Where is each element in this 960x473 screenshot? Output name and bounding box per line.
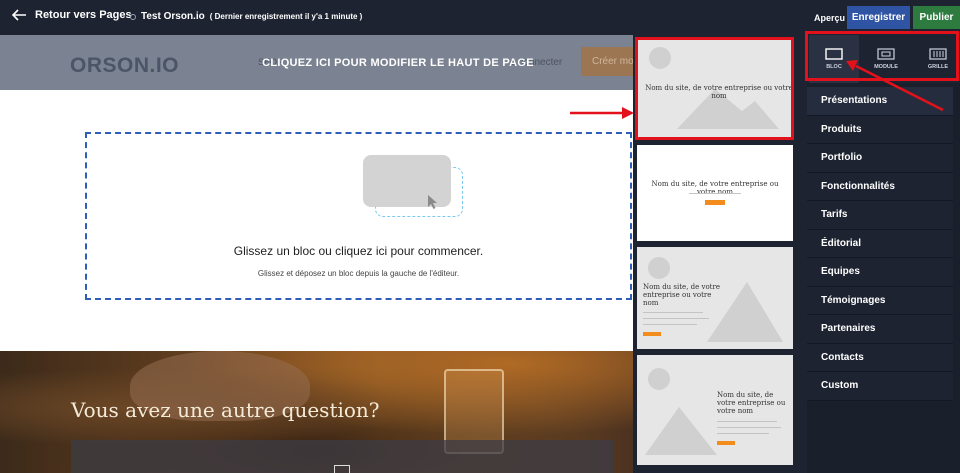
category-custom[interactable]: Custom: [807, 372, 953, 401]
document-title: Test Orson.io ( Dernier enregistrement i…: [130, 11, 362, 22]
category-portfolio[interactable]: Portfolio: [807, 144, 953, 173]
save-button[interactable]: Enregistrer: [847, 6, 910, 29]
preview-text-line: [643, 318, 709, 319]
site-logo: ORSON.IO: [70, 54, 180, 77]
contact-photo-section[interactable]: Vous avez une autre question?: [0, 351, 633, 473]
preview-title: Nom du site, de votre entreprise ou votr…: [643, 283, 720, 307]
block-preview-1[interactable]: Nom du site, de votre entreprise ou votr…: [637, 39, 793, 139]
status-dot-icon: [130, 13, 136, 20]
category-contacts[interactable]: Contacts: [807, 343, 953, 372]
tab-bloc[interactable]: BLOC: [809, 35, 859, 83]
block-preview-list: Nom du site, de votre entreprise ou votr…: [633, 35, 801, 473]
preview-button: [717, 441, 735, 445]
arrow-left-icon: [12, 9, 26, 21]
block-preview-3[interactable]: Nom du site, de votre entreprise ou votr…: [637, 247, 793, 349]
preview-text-line: [689, 193, 741, 194]
photo-section-title: Vous avez une autre question?: [71, 398, 380, 422]
tab-label: BLOC: [826, 64, 842, 70]
preview-title: Nom du site, de votre entreprise ou votr…: [717, 391, 786, 415]
category-partenaires[interactable]: Partenaires: [807, 315, 953, 344]
preview-link[interactable]: Aperçu: [814, 13, 845, 23]
tab-label: GRILLE: [927, 64, 949, 70]
back-label: Retour vers Pages: [35, 9, 132, 21]
category-produits[interactable]: Produits: [807, 115, 953, 144]
category-editorial[interactable]: Éditorial: [807, 229, 953, 258]
block-preview-4[interactable]: Nom du site, de votre entreprise ou votr…: [637, 355, 793, 465]
grid-icon: [929, 48, 947, 60]
blocks-sidebar: BLOC MODULE GRILLE Présentations Produit…: [807, 35, 960, 473]
top-bar: Retour vers Pages Test Orson.io ( Dernie…: [0, 0, 960, 35]
module-icon: [877, 48, 895, 60]
block-dropzone[interactable]: Glissez un bloc ou cliquez ici pour comm…: [85, 132, 632, 300]
preview-text-line: [717, 427, 781, 428]
tab-module[interactable]: MODULE: [861, 35, 911, 83]
preview-text-line: [717, 421, 777, 422]
block-preview-2[interactable]: Nom du site, de votre entreprise ou votr…: [637, 145, 793, 241]
document-name: Test Orson.io: [141, 11, 205, 22]
preview-button: [705, 200, 725, 205]
sidebar-tabs: BLOC MODULE GRILLE: [807, 35, 960, 83]
category-equipes[interactable]: Equipes: [807, 258, 953, 287]
block-icon: [825, 48, 843, 60]
preview-button: [643, 332, 661, 336]
page-header-block[interactable]: ORSON.IO SEO - e connecter Créer mo CLIQ…: [0, 35, 633, 90]
edit-header-prompt[interactable]: CLIQUEZ ICI POUR MODIFIER LE HAUT DE PAG…: [198, 57, 598, 69]
category-list: Présentations Produits Portfolio Fonctio…: [807, 87, 953, 401]
tab-grille[interactable]: GRILLE: [913, 35, 960, 83]
category-tarifs[interactable]: Tarifs: [807, 201, 953, 230]
tab-label: MODULE: [874, 64, 898, 70]
dropzone-title: Glissez un bloc ou cliquez ici pour comm…: [233, 244, 484, 258]
category-temoignages[interactable]: Témoignages: [807, 286, 953, 315]
back-to-pages-button[interactable]: Retour vers Pages: [12, 9, 132, 21]
preview-text-line: [643, 312, 703, 313]
preview-title: Nom du site, de votre entreprise ou votr…: [645, 84, 793, 100]
preview-text-line: [717, 433, 769, 434]
dropzone-subtitle: Glissez et déposez un bloc depuis la gau…: [257, 269, 460, 278]
editor-canvas: ORSON.IO SEO - e connecter Créer mo CLIQ…: [0, 35, 633, 473]
cursor-icon: [428, 195, 437, 209]
preview-text-line: [643, 324, 697, 325]
category-presentations[interactable]: Présentations: [807, 87, 953, 116]
publish-button[interactable]: Publier: [913, 6, 960, 29]
save-status: ( Dernier enregistrement il y'a 1 minute…: [209, 12, 363, 21]
form-icon: [334, 465, 350, 473]
category-fonctionnalites[interactable]: Fonctionnalités: [807, 172, 953, 201]
